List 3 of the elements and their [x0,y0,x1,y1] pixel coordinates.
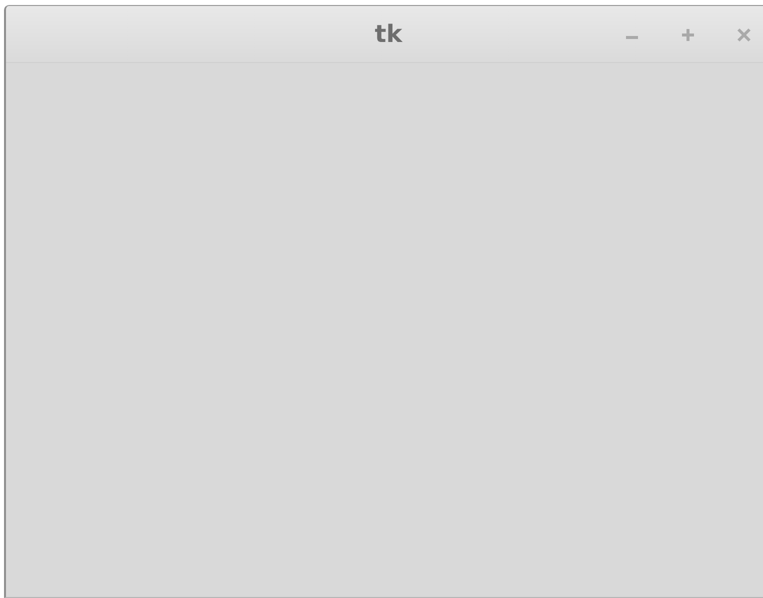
window-title: tk [374,20,402,48]
maximize-button[interactable] [679,26,697,44]
close-button[interactable] [735,26,753,44]
